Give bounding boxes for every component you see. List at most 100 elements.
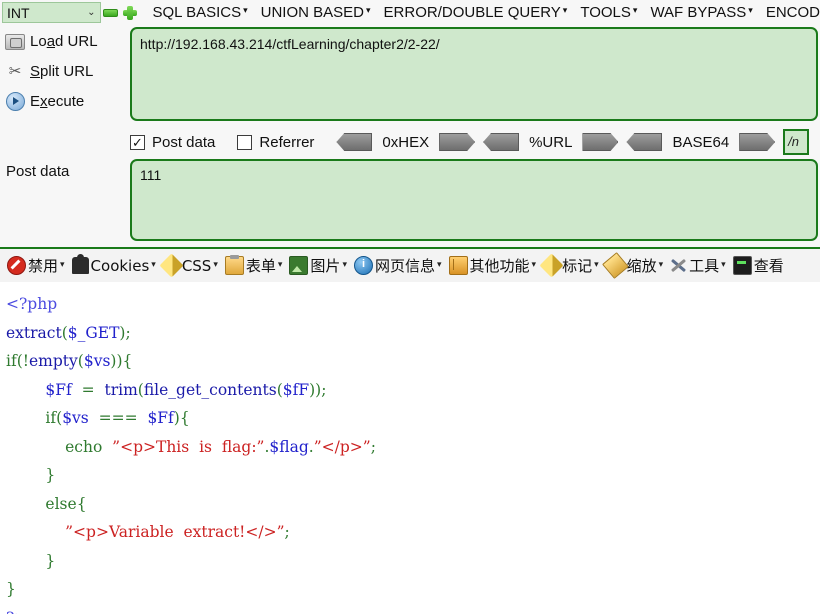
post-data-checkbox[interactable]: ✓ Post data: [130, 134, 215, 151]
code-token: {: [76, 494, 87, 513]
devbar-item-pen[interactable]: CSS ▾: [159, 253, 218, 278]
caret-down-icon: ▾: [366, 5, 371, 15]
menu-item-error-double-query[interactable]: ERROR/DOUBLE QUERY ▾: [384, 4, 568, 21]
caret-down-icon: ▾: [213, 259, 218, 269]
code-line: ”<p>Variable extract!</>”;: [6, 518, 820, 547]
devbar-item-book[interactable]: 其他功能 ▾: [448, 255, 536, 276]
encode-base64-button[interactable]: [739, 133, 776, 151]
devbar-item-info[interactable]: i 网页信息 ▾: [353, 255, 442, 276]
code-token: ));: [309, 380, 327, 399]
pencil-icon: [539, 253, 564, 278]
menu-item-waf-bypass[interactable]: WAF BYPASS ▾: [650, 4, 752, 21]
view-icon: [732, 256, 752, 275]
caret-down-icon: ▾: [594, 259, 599, 269]
caret-down-icon: ▾: [60, 259, 65, 269]
decode-base64-button[interactable]: [626, 133, 663, 151]
code-token: $vs: [62, 409, 89, 427]
caret-down-icon: ▾: [277, 259, 283, 269]
code-token: else: [45, 494, 77, 513]
devbar-item-label: 工具: [689, 257, 720, 275]
caret-down-icon: ▾: [342, 259, 347, 269]
decode-0xhex-button[interactable]: [336, 133, 373, 151]
devbar-item-image[interactable]: 图片 ▾: [289, 255, 347, 276]
caret-down-icon: ▾: [748, 5, 753, 15]
tools-icon: [670, 257, 687, 274]
plus-icon: [122, 5, 137, 20]
code-token: {: [122, 352, 133, 370]
menu-item-label: TOOLS: [580, 4, 631, 21]
code-token: echo: [65, 437, 103, 456]
action-label: Split URL: [30, 63, 94, 80]
caret-down-icon: ▾: [436, 259, 442, 269]
code-token: =: [71, 380, 105, 399]
devbar-item-label: 网页信息: [374, 257, 435, 275]
action-label: Load URL: [30, 33, 98, 50]
devbar-item-label: Cookies: [90, 256, 150, 275]
code-token: }: [45, 466, 56, 484]
action-execute[interactable]: Execute: [0, 88, 128, 115]
encoder-group-base64: BASE64: [626, 133, 776, 151]
add-button[interactable]: [120, 2, 139, 24]
cookie-icon: [71, 254, 89, 274]
encode-0xhex-button[interactable]: [439, 133, 476, 151]
post-data-label: Post data: [6, 163, 70, 180]
code-token: trim: [104, 380, 138, 399]
menu-item-encod[interactable]: ENCOD: [766, 4, 820, 21]
hackbar-menu-bar: INT ⌄ SQL BASICS ▾ UNION BASED ▾ ERROR/DOUBL…: [0, 0, 820, 25]
devbar-item-cookie[interactable]: Cookies ▾: [71, 254, 156, 275]
code-token: $Ff: [45, 380, 72, 399]
devbar-item-view[interactable]: 查看: [732, 255, 784, 276]
devbar-item-tools[interactable]: 工具 ▾: [670, 255, 726, 276]
chevron-down-icon: ⌄: [87, 7, 96, 18]
devbar-item-label: CSS: [181, 256, 212, 275]
action-split-url[interactable]: ✂ Split URL: [0, 58, 128, 85]
code-token: )): [110, 352, 123, 370]
code-token: ;: [370, 437, 376, 456]
caret-down-icon: ▾: [721, 259, 726, 269]
post-data-checkbox-box[interactable]: ✓: [130, 134, 145, 150]
encoder-label: 0xHEX: [382, 133, 430, 151]
menu-item-tools[interactable]: TOOLS ▾: [580, 4, 637, 21]
menu-item-sql-basics[interactable]: SQL BASICS ▾: [152, 4, 247, 21]
code-token: ”<p>This is flag:”: [112, 437, 265, 456]
menu-item-label: ENCOD: [765, 4, 820, 21]
post-data-checkbox-label: Post data: [152, 133, 216, 151]
code-line: <?php: [6, 290, 820, 319]
encode-url-button[interactable]: [582, 133, 619, 151]
newline-input[interactable]: /n: [783, 129, 810, 155]
remove-button[interactable]: [101, 2, 120, 24]
code-line: }: [6, 461, 820, 490]
encoder-group-container: 0xHEX %URL BASE64: [336, 133, 783, 151]
menu-item-union-based[interactable]: UNION BASED ▾: [261, 4, 371, 21]
injection-type-select[interactable]: INT ⌄: [2, 2, 101, 23]
url-input[interactable]: http://192.168.43.214/ctfLearning/chapte…: [130, 27, 818, 121]
code-token: empty: [28, 352, 78, 370]
code-line: $Ff = trim(file_get_contents($fF));: [6, 376, 820, 405]
hackbar-browser-screenshot: INT ⌄ SQL BASICS ▾ UNION BASED ▾ ERROR/DOUBL…: [0, 0, 820, 614]
code-token: ===: [88, 409, 148, 427]
info-icon: i: [353, 256, 373, 275]
devbar-item-ruler[interactable]: 缩放 ▾: [601, 252, 664, 279]
devbar-item-pencil[interactable]: 标记 ▾: [539, 253, 599, 278]
referrer-checkbox-box[interactable]: [237, 134, 253, 150]
action-load-url[interactable]: Load URL: [0, 28, 128, 55]
code-token: if: [45, 409, 57, 427]
code-token: $Ff: [147, 409, 174, 427]
post-data-textarea[interactable]: 111: [130, 159, 818, 241]
caret-down-icon: ▾: [243, 5, 248, 15]
caret-down-icon: ▾: [658, 259, 664, 269]
code-line: echo ”<p>This is flag:”.$flag.”</p>”;: [6, 433, 820, 462]
decode-url-button[interactable]: [483, 133, 520, 151]
referrer-checkbox[interactable]: Referrer: [237, 134, 314, 151]
devbar-item-clipboard[interactable]: 表单 ▾: [224, 255, 283, 276]
code-token: extract: [6, 323, 62, 342]
devbar-item-ban[interactable]: 禁用 ▾: [7, 255, 65, 276]
code-token: (!: [16, 352, 29, 370]
code-token: ”</p>”: [313, 437, 371, 456]
menu-item-label: ERROR/DOUBLE QUERY: [383, 4, 561, 21]
caret-down-icon: ▾: [562, 5, 568, 15]
